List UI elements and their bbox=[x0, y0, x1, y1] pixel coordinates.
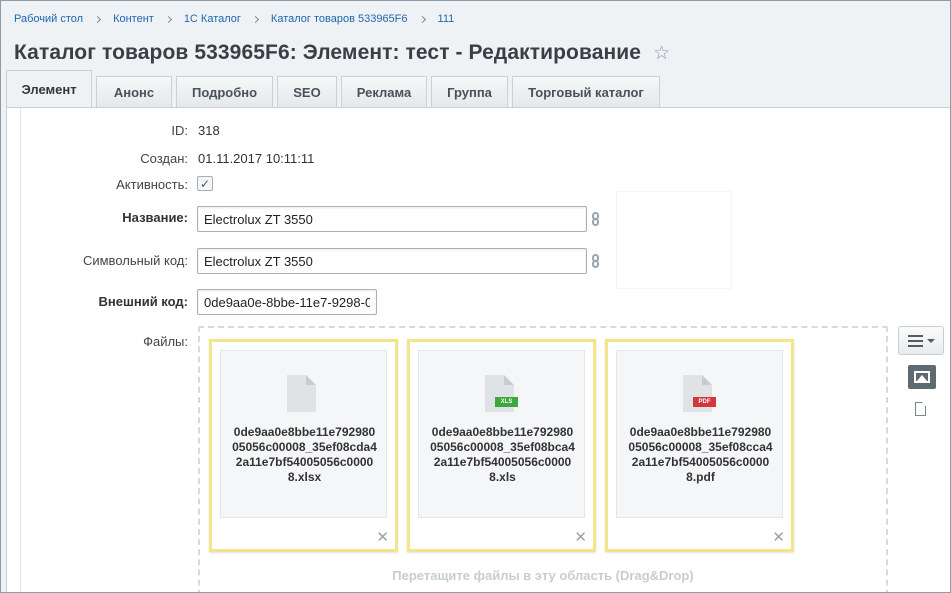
name-label: Название: bbox=[122, 210, 188, 225]
window: Рабочий стол Контент 1С Каталог Каталог … bbox=[0, 0, 951, 593]
chevron-right-icon bbox=[251, 15, 259, 23]
created-label: Создан: bbox=[140, 151, 188, 166]
id-label: ID: bbox=[171, 123, 188, 138]
tab-element[interactable]: Элемент bbox=[6, 70, 92, 108]
caret-down-icon bbox=[926, 338, 935, 343]
active-checkbox[interactable]: ✓ bbox=[197, 176, 213, 191]
document-view-icon[interactable] bbox=[915, 402, 926, 416]
redacted-area bbox=[616, 191, 732, 289]
xls-badge: XLS bbox=[495, 397, 518, 407]
tab-trade-catalog[interactable]: Торговый каталог bbox=[512, 76, 660, 108]
file-card[interactable]: XLS 0de9aa0e8bbe11e79298005056c00008_35e… bbox=[407, 339, 596, 552]
edit-form-panel: ID: 318 Создан: 01.11.2017 10:11:11 Акти… bbox=[6, 107, 950, 592]
name-input[interactable] bbox=[197, 206, 587, 232]
external-code-input[interactable] bbox=[197, 289, 377, 315]
close-icon[interactable]: ✕ bbox=[574, 530, 587, 545]
breadcrumb: Рабочий стол Контент 1С Каталог Каталог … bbox=[14, 12, 454, 26]
file-card[interactable]: 0de9aa0e8bbe11e79298005056c00008_35ef08c… bbox=[209, 339, 398, 552]
link-chain-icon[interactable] bbox=[589, 208, 601, 230]
pdf-badge: PDF bbox=[693, 397, 716, 407]
code-label: Символьный код: bbox=[82, 253, 188, 268]
page-title: Каталог товаров 533965F6: Элемент: тест … bbox=[14, 41, 642, 64]
files-label: Файлы: bbox=[143, 334, 188, 349]
document-icon bbox=[287, 375, 316, 412]
code-input[interactable] bbox=[197, 248, 587, 274]
file-drop-zone[interactable]: 0de9aa0e8bbe11e79298005056c00008_35ef08c… bbox=[198, 326, 888, 592]
tab-seo[interactable]: SEO bbox=[277, 76, 337, 108]
title-row: Каталог товаров 533965F6: Элемент: тест … bbox=[14, 41, 670, 65]
file-preview: XLS 0de9aa0e8bbe11e79298005056c00008_35e… bbox=[418, 350, 585, 518]
id-value: 318 bbox=[198, 123, 220, 138]
chevron-right-icon bbox=[164, 15, 172, 23]
file-card[interactable]: PDF 0de9aa0e8bbe11e79298005056c00008_35e… bbox=[605, 339, 794, 552]
hamburger-menu-icon bbox=[907, 334, 923, 347]
active-label: Активность: bbox=[116, 177, 188, 192]
tab-announce[interactable]: Анонс bbox=[96, 76, 172, 108]
link-chain-icon[interactable] bbox=[589, 250, 601, 272]
file-preview: PDF 0de9aa0e8bbe11e79298005056c00008_35e… bbox=[616, 350, 783, 518]
image-view-icon bbox=[914, 371, 930, 383]
close-icon[interactable]: ✕ bbox=[376, 530, 389, 545]
image-view-button[interactable] bbox=[908, 365, 936, 389]
view-menu-button[interactable] bbox=[898, 326, 944, 355]
close-icon[interactable]: ✕ bbox=[772, 530, 785, 545]
created-value: 01.11.2017 10:11:11 bbox=[198, 151, 315, 166]
tab-ads[interactable]: Реклама bbox=[341, 76, 427, 108]
file-name: 0de9aa0e8bbe11e79298005056c00008_35ef08c… bbox=[628, 425, 773, 484]
file-preview: 0de9aa0e8bbe11e79298005056c00008_35ef08c… bbox=[220, 350, 387, 518]
file-name: 0de9aa0e8bbe11e79298005056c00008_35ef08c… bbox=[232, 425, 377, 484]
redacted-area bbox=[319, 141, 451, 167]
breadcrumb-1c-catalog[interactable]: 1С Каталог bbox=[184, 13, 241, 25]
external-code-label: Внешний код: bbox=[98, 294, 188, 309]
breadcrumb-section[interactable]: 111 bbox=[438, 13, 455, 25]
chevron-right-icon bbox=[418, 15, 426, 23]
file-name: 0de9aa0e8bbe11e79298005056c00008_35ef08b… bbox=[430, 425, 575, 484]
tab-bar: Элемент Анонс Подробно SEO Реклама Групп… bbox=[6, 70, 664, 108]
chevron-right-icon bbox=[94, 15, 102, 23]
tab-group[interactable]: Группа bbox=[431, 76, 508, 108]
drop-hint: Перетащите файлы в эту область (Drag&Dro… bbox=[392, 568, 694, 583]
tab-detail[interactable]: Подробно bbox=[176, 76, 273, 108]
breadcrumb-goods-catalog[interactable]: Каталог товаров 533965F6 bbox=[271, 13, 408, 25]
star-icon[interactable]: ☆ bbox=[653, 44, 670, 63]
breadcrumb-desktop[interactable]: Рабочий стол bbox=[14, 13, 83, 25]
breadcrumb-content[interactable]: Контент bbox=[113, 13, 154, 25]
